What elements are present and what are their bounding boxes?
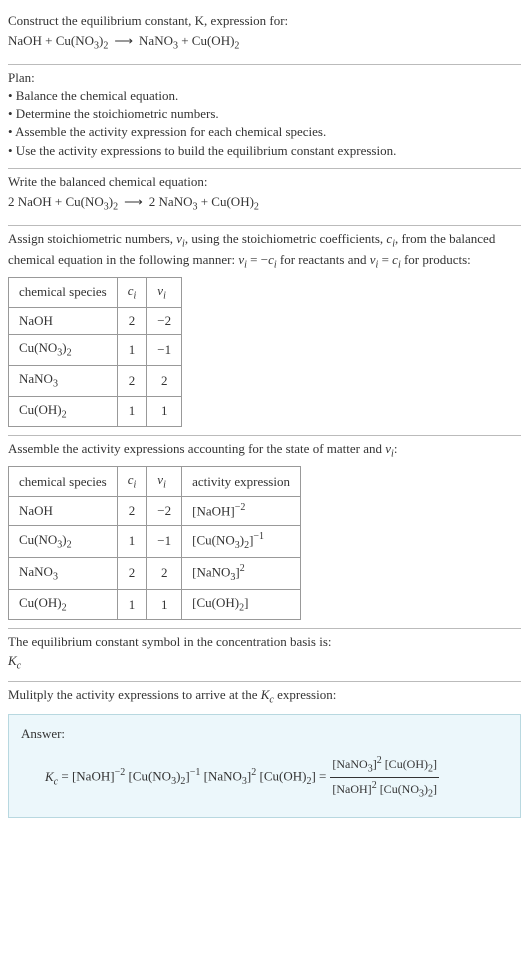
cell-ci: 2 — [117, 366, 147, 397]
table-row: NaOH 2 −2 — [9, 308, 182, 335]
cell-activity: [NaOH]−2 — [182, 497, 301, 526]
cell-species: NaNO3 — [9, 366, 118, 397]
answer-box: Answer: Kc = [NaOH]−2 [Cu(NO3)2]−1 [NaNO… — [8, 714, 521, 818]
plan-item: • Assemble the activity expression for e… — [8, 123, 521, 141]
cell-nui: 1 — [147, 396, 182, 427]
stoich-table: chemical species ci νi NaOH 2 −2 Cu(NO3)… — [8, 277, 182, 428]
balanced-header: Write the balanced chemical equation: — [8, 173, 521, 191]
cell-ci: 1 — [117, 525, 147, 557]
cell-nui: 2 — [147, 366, 182, 397]
cell-nui: −1 — [147, 525, 182, 557]
cell-species: NaNO3 — [9, 557, 118, 589]
cell-nui: −1 — [147, 335, 182, 366]
plan-item: • Balance the chemical equation. — [8, 87, 521, 105]
plan-section: Plan: • Balance the chemical equation. •… — [8, 65, 521, 168]
table-row: NaNO3 2 2 [NaNO3]2 — [9, 557, 301, 589]
cell-species: Cu(OH)2 — [9, 396, 118, 427]
cell-nui: 1 — [147, 589, 182, 620]
activity-section: Assemble the activity expressions accoun… — [8, 436, 521, 628]
table-row: NaNO3 2 2 — [9, 366, 182, 397]
multiply-section: Mulitply the activity expressions to arr… — [8, 682, 521, 826]
fraction-numerator: [NaNO3]2 [Cu(OH)2] — [330, 753, 439, 777]
col-ci: ci — [117, 466, 147, 497]
symbol-section: The equilibrium constant symbol in the c… — [8, 629, 521, 681]
assign-text: Assign stoichiometric numbers, νi, using… — [8, 230, 521, 273]
symbol-text: The equilibrium constant symbol in the c… — [8, 633, 521, 651]
col-activity: activity expression — [182, 466, 301, 497]
col-species: chemical species — [9, 277, 118, 308]
table-row: Cu(OH)2 1 1 [Cu(OH)2] — [9, 589, 301, 620]
cell-ci: 2 — [117, 557, 147, 589]
table-row: Cu(NO3)2 1 −1 — [9, 335, 182, 366]
title-text: Construct the equilibrium constant, K, e… — [8, 12, 521, 30]
stoich-assign-section: Assign stoichiometric numbers, νi, using… — [8, 226, 521, 436]
plan-item: • Determine the stoichiometric numbers. — [8, 105, 521, 123]
balanced-equation: 2 NaOH + Cu(NO3)2⟶2 NaNO3 + Cu(OH)2 — [8, 191, 521, 217]
unbalanced-equation: NaOH + Cu(NO3)2⟶NaNO3 + Cu(OH)2 — [8, 30, 521, 56]
cell-activity: [NaNO3]2 — [182, 557, 301, 589]
assemble-text: Assemble the activity expressions accoun… — [8, 440, 521, 462]
cell-species: NaOH — [9, 308, 118, 335]
plan-header: Plan: — [8, 69, 521, 87]
table-row: Cu(NO3)2 1 −1 [Cu(NO3)2]−1 — [9, 525, 301, 557]
multiply-text: Mulitply the activity expressions to arr… — [8, 686, 521, 708]
cell-ci: 1 — [117, 589, 147, 620]
cell-species: NaOH — [9, 497, 118, 526]
table-header-row: chemical species ci νi activity expressi… — [9, 466, 301, 497]
table-row: Cu(OH)2 1 1 — [9, 396, 182, 427]
table-header-row: chemical species ci νi — [9, 277, 182, 308]
cell-ci: 2 — [117, 497, 147, 526]
answer-label: Answer: — [21, 725, 508, 743]
col-nui: νi — [147, 277, 182, 308]
cell-nui: −2 — [147, 308, 182, 335]
cell-species: Cu(NO3)2 — [9, 525, 118, 557]
cell-activity: [Cu(NO3)2]−1 — [182, 525, 301, 557]
cell-species: Cu(NO3)2 — [9, 335, 118, 366]
kc-fraction: [NaNO3]2 [Cu(OH)2] [NaOH]2 [Cu(NO3)2] — [330, 753, 439, 803]
cell-nui: −2 — [147, 497, 182, 526]
plan-item: • Use the activity expressions to build … — [8, 142, 521, 160]
col-nui: νi — [147, 466, 182, 497]
title-section: Construct the equilibrium constant, K, e… — [8, 8, 521, 64]
cell-ci: 1 — [117, 396, 147, 427]
col-ci: ci — [117, 277, 147, 308]
cell-ci: 1 — [117, 335, 147, 366]
kc-symbol: Kc — [8, 652, 521, 674]
cell-ci: 2 — [117, 308, 147, 335]
col-species: chemical species — [9, 466, 118, 497]
cell-species: Cu(OH)2 — [9, 589, 118, 620]
cell-nui: 2 — [147, 557, 182, 589]
kc-flat-expression: Kc = [NaOH]−2 [Cu(NO3)2]−1 [NaNO3]2 [Cu(… — [45, 766, 326, 789]
table-row: NaOH 2 −2 [NaOH]−2 — [9, 497, 301, 526]
activity-table: chemical species ci νi activity expressi… — [8, 466, 301, 621]
fraction-denominator: [NaOH]2 [Cu(NO3)2] — [330, 778, 439, 802]
cell-activity: [Cu(OH)2] — [182, 589, 301, 620]
kc-expression: Kc = [NaOH]−2 [Cu(NO3)2]−1 [NaNO3]2 [Cu(… — [21, 753, 508, 803]
balanced-section: Write the balanced chemical equation: 2 … — [8, 169, 521, 225]
